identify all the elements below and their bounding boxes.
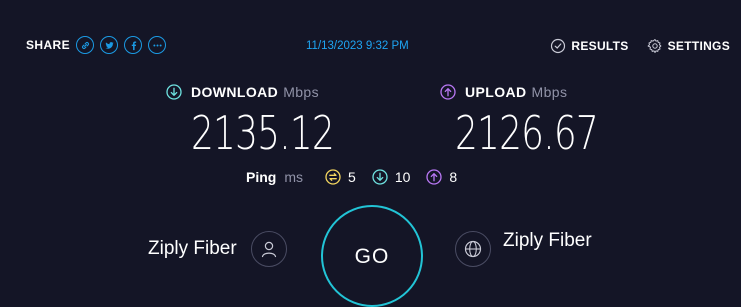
upload-value: 2126.67 bbox=[455, 106, 599, 160]
isp-info: Ziply Fiber bbox=[148, 231, 287, 267]
download-unit: Mbps bbox=[283, 84, 320, 100]
link-icon bbox=[81, 41, 89, 49]
go-label: GO bbox=[354, 245, 390, 268]
ping-row: Ping ms 5 10 8 bbox=[246, 169, 473, 185]
more-icon bbox=[152, 43, 162, 47]
download-latency-icon bbox=[372, 169, 388, 185]
ping-download: 10 bbox=[372, 169, 411, 185]
gear-icon bbox=[647, 39, 661, 53]
ping-label: Ping bbox=[246, 169, 277, 185]
check-circle-icon bbox=[551, 38, 566, 54]
results-link[interactable]: RESULTS bbox=[550, 38, 628, 54]
facebook-icon bbox=[131, 41, 136, 50]
test-datetime: 11/13/2023 9:32 PM bbox=[306, 40, 409, 52]
upload-unit: Mbps bbox=[531, 84, 568, 100]
more-share-button[interactable] bbox=[148, 36, 167, 54]
ping-unit: ms bbox=[284, 169, 304, 185]
ping-upload-value: 8 bbox=[449, 169, 458, 185]
download-value: 2135.12 bbox=[191, 106, 335, 160]
server-name[interactable]: Ziply Fiber bbox=[503, 230, 592, 252]
facebook-share-button[interactable] bbox=[124, 36, 143, 54]
isp-name: Ziply Fiber bbox=[148, 238, 237, 259]
ping-idle-value: 5 bbox=[348, 169, 356, 185]
server-icon-button[interactable] bbox=[455, 231, 491, 267]
link-share-button[interactable] bbox=[76, 36, 95, 54]
results-label: RESULTS bbox=[571, 39, 629, 53]
download-header: DOWNLOAD Mbps bbox=[166, 84, 374, 100]
isp-icon-button[interactable] bbox=[250, 231, 287, 267]
ping-upload: 8 bbox=[426, 169, 457, 185]
twitter-icon bbox=[104, 41, 114, 49]
upload-label: UPLOAD bbox=[465, 84, 527, 100]
globe-icon bbox=[464, 240, 482, 258]
upload-header: UPLOAD Mbps bbox=[440, 84, 638, 100]
top-bar: SHARE 11/13/2023 9:32 PM RESULTS SETTING… bbox=[0, 36, 741, 58]
idle-latency-icon bbox=[325, 169, 341, 185]
go-button[interactable]: GO bbox=[321, 205, 423, 307]
ping-idle: 5 bbox=[325, 169, 356, 185]
right-nav: RESULTS SETTINGS bbox=[532, 38, 730, 54]
download-label: DOWNLOAD bbox=[191, 84, 279, 100]
server-info: Ziply Fiber bbox=[455, 230, 592, 267]
upload-latency-icon bbox=[426, 169, 443, 185]
user-icon bbox=[261, 241, 276, 258]
download-arrow-icon bbox=[166, 84, 182, 100]
ping-download-value: 10 bbox=[394, 169, 411, 185]
download-metric: DOWNLOAD Mbps 2135.12 bbox=[166, 84, 374, 156]
upload-metric: UPLOAD Mbps 2126.67 bbox=[440, 84, 638, 156]
share-label: SHARE bbox=[26, 38, 71, 52]
settings-link[interactable]: SETTINGS bbox=[647, 38, 730, 54]
settings-label: SETTINGS bbox=[667, 39, 730, 53]
twitter-share-button[interactable] bbox=[100, 36, 119, 54]
share-group: SHARE bbox=[26, 36, 172, 54]
upload-arrow-icon bbox=[440, 84, 456, 100]
